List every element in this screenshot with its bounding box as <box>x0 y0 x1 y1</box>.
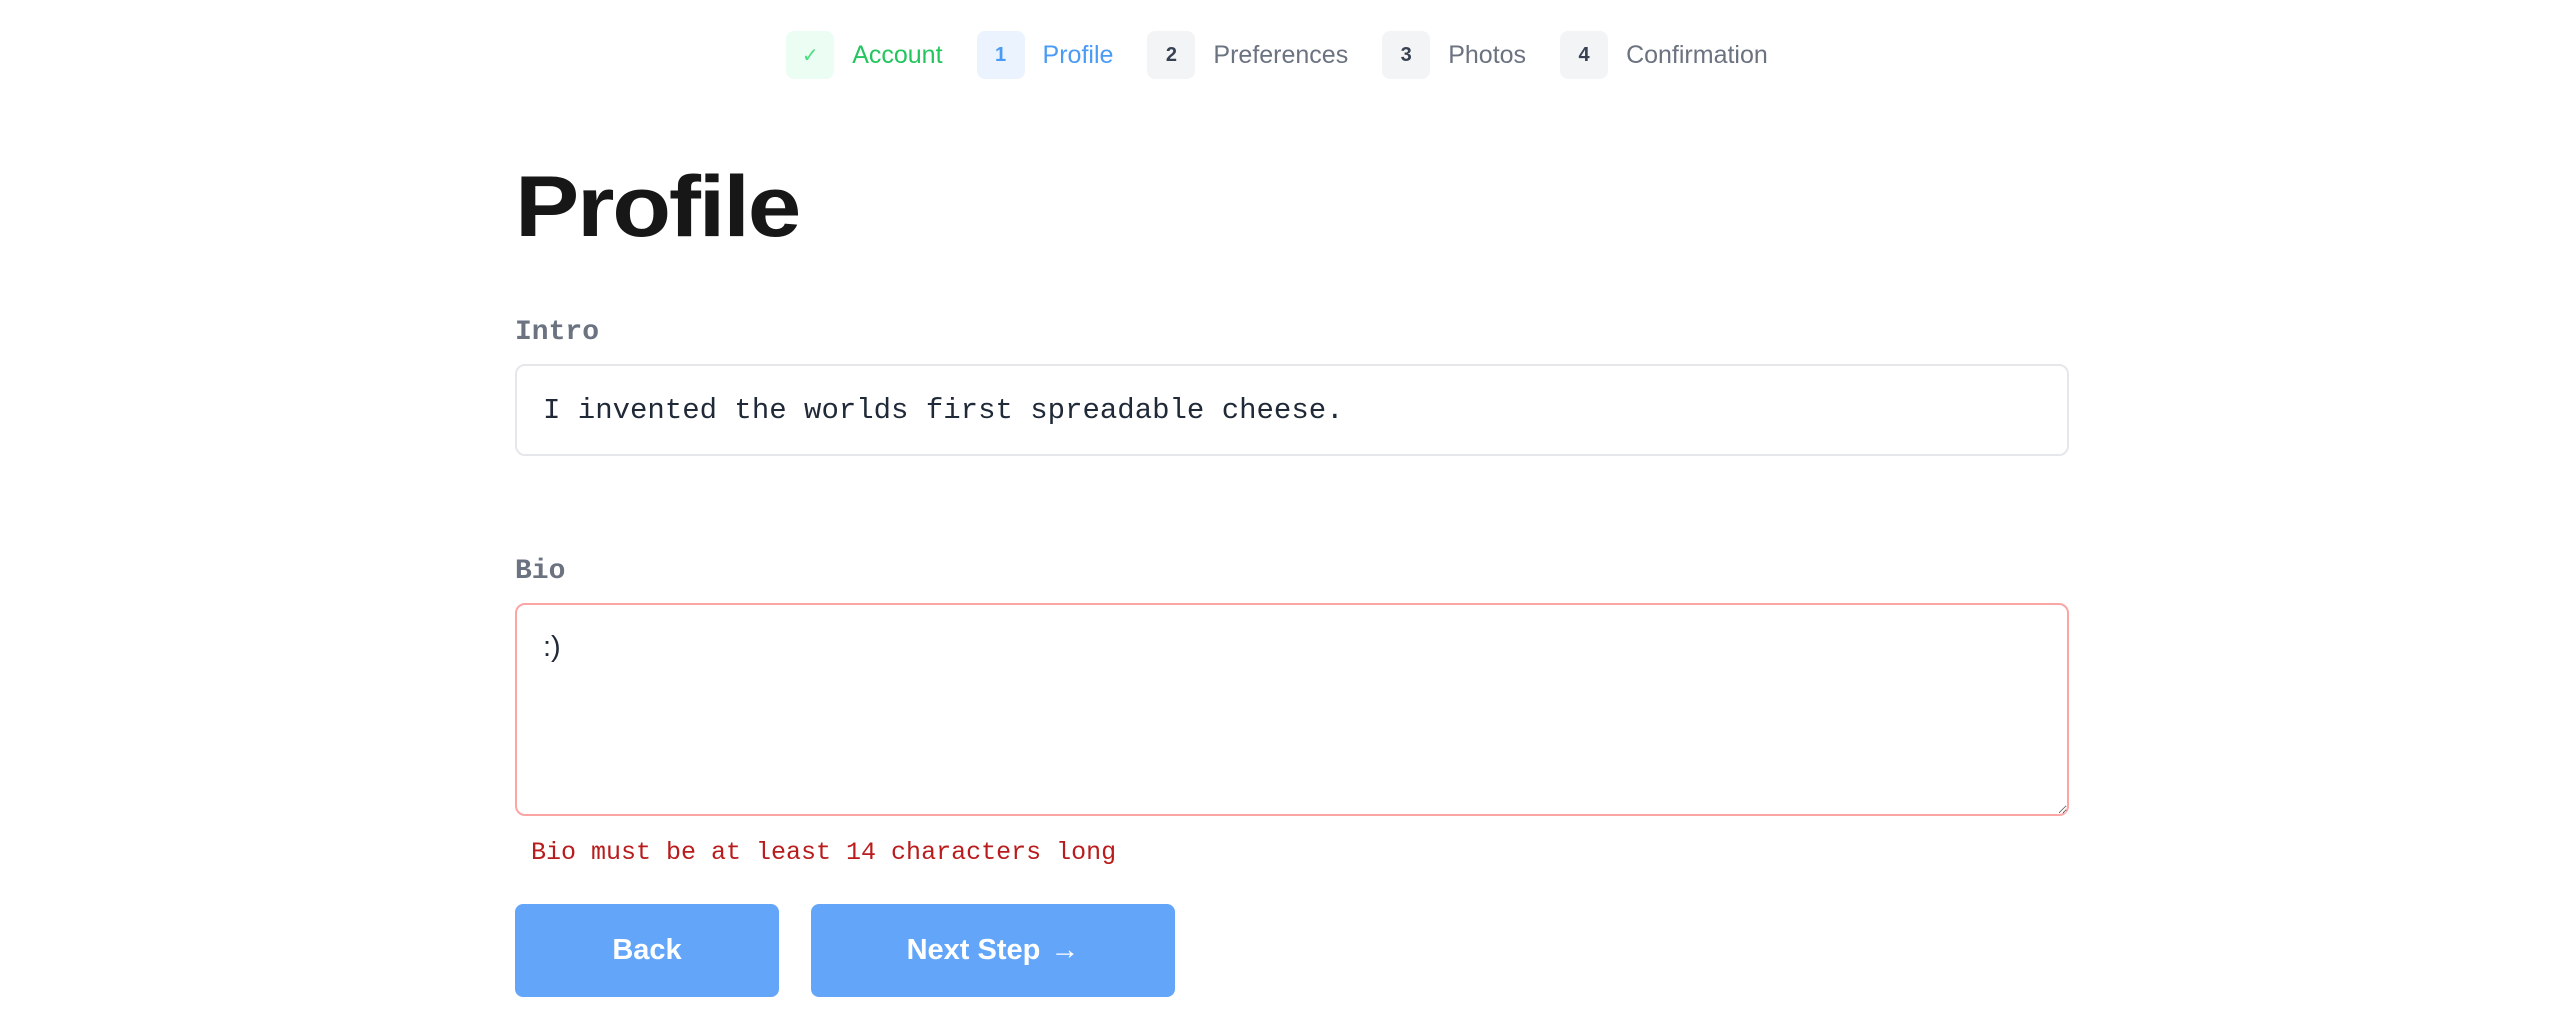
intro-label: Intro <box>515 317 600 348</box>
step-label: Account <box>852 40 943 69</box>
step-account[interactable]: ✓ Account <box>786 31 943 79</box>
intro-input[interactable] <box>515 364 2069 456</box>
bio-textarea[interactable]: :) <box>515 603 2069 816</box>
bio-label: Bio <box>515 556 566 587</box>
next-step-label: Next Step <box>906 934 1041 966</box>
bio-error-message: Bio must be at least 14 characters long <box>531 838 1117 867</box>
step-number: 2 <box>1147 31 1196 79</box>
step-label: Profile <box>1042 40 1114 69</box>
step-label: Photos <box>1448 40 1527 69</box>
check-icon: ✓ <box>786 31 835 79</box>
step-preferences[interactable]: 2 Preferences <box>1147 31 1348 79</box>
back-button-label: Back <box>612 934 682 966</box>
page-title: Profile <box>515 159 801 255</box>
step-profile[interactable]: 1 Profile <box>976 31 1114 79</box>
step-label: Confirmation <box>1626 40 1768 69</box>
next-step-button[interactable]: Next Step → <box>811 904 1175 997</box>
step-number: 1 <box>976 31 1025 79</box>
step-number: 3 <box>1382 31 1431 79</box>
step-confirmation[interactable]: 4 Confirmation <box>1560 31 1768 79</box>
step-photos[interactable]: 3 Photos <box>1382 31 1526 79</box>
profile-form: Profile Intro Bio :) Bio must be at leas… <box>515 150 2069 997</box>
signup-wizard: ✓ Account 1 Profile 2 Preferences 3 Phot… <box>0 0 2554 1016</box>
arrow-right-icon: → <box>1050 934 1080 966</box>
step-navigation: ✓ Account 1 Profile 2 Preferences 3 Phot… <box>0 31 2554 79</box>
back-button[interactable]: Back <box>515 904 779 997</box>
step-number: 4 <box>1560 31 1609 79</box>
step-label: Preferences <box>1213 40 1349 69</box>
